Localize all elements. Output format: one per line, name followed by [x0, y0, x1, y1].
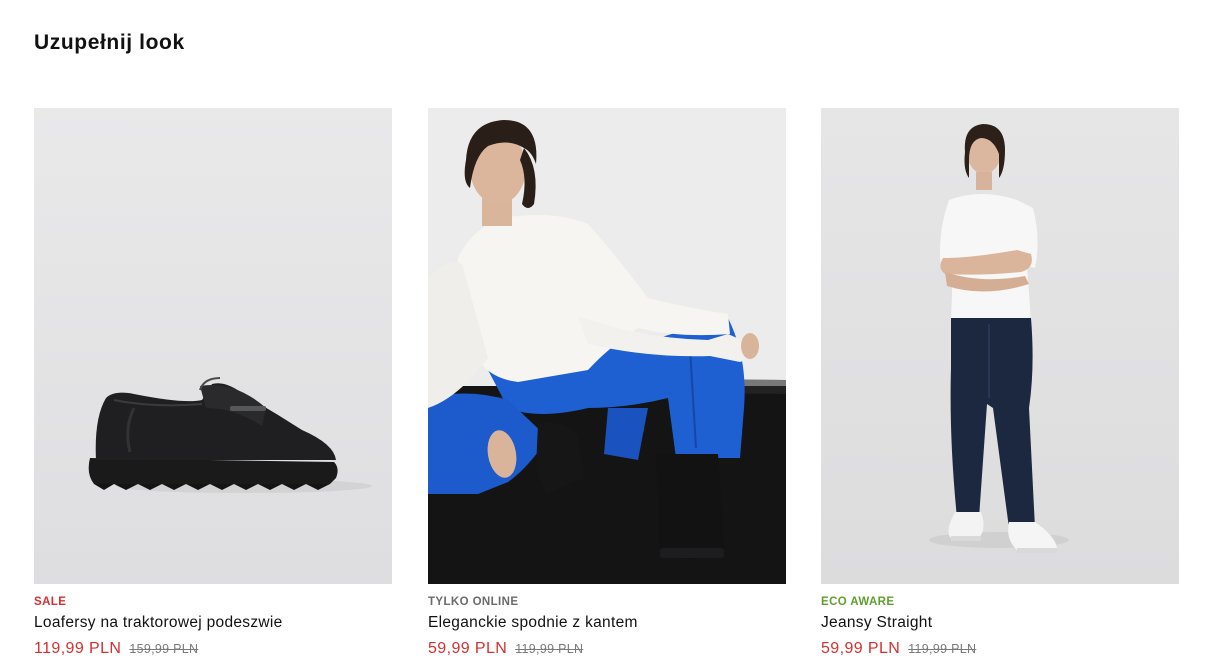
old-price: 119,99 PLN — [908, 642, 977, 656]
product-card-trousers[interactable]: TYLKO ONLINE Eleganckie spodnie z kantem… — [428, 108, 786, 659]
product-name[interactable]: Loafersy na traktorowej podeszwie — [34, 613, 392, 633]
product-name[interactable]: Jeansy Straight — [821, 613, 1179, 633]
product-badge: ECO AWARE — [821, 596, 895, 608]
product-prices: 59,99 PLN 119,99 PLN — [821, 639, 1179, 659]
old-price: 159,99 PLN — [129, 642, 199, 656]
product-prices: 59,99 PLN 119,99 PLN — [428, 639, 786, 659]
product-image-loafers[interactable] — [34, 108, 392, 584]
section-title: Uzupełnij look — [34, 31, 185, 55]
product-name[interactable]: Eleganckie spodnie z kantem — [428, 613, 786, 633]
product-card-jeans[interactable]: ECO AWARE Jeansy Straight 59,99 PLN 119,9… — [821, 108, 1179, 659]
product-grid: SALE Loafersy na traktorowej podeszwie 1… — [34, 108, 1180, 660]
product-image-trousers[interactable] — [428, 108, 786, 584]
current-price: 119,99 PLN — [34, 640, 122, 657]
current-price: 59,99 PLN — [428, 640, 508, 657]
product-card-loafers[interactable]: SALE Loafersy na traktorowej podeszwie 1… — [34, 108, 392, 659]
old-price: 119,99 PLN — [515, 642, 584, 656]
product-badge: TYLKO ONLINE — [428, 596, 519, 608]
product-image-jeans[interactable] — [821, 108, 1179, 584]
product-badge: SALE — [34, 596, 67, 608]
product-prices: 119,99 PLN 159,99 PLN — [34, 639, 392, 659]
current-price: 59,99 PLN — [821, 640, 901, 657]
